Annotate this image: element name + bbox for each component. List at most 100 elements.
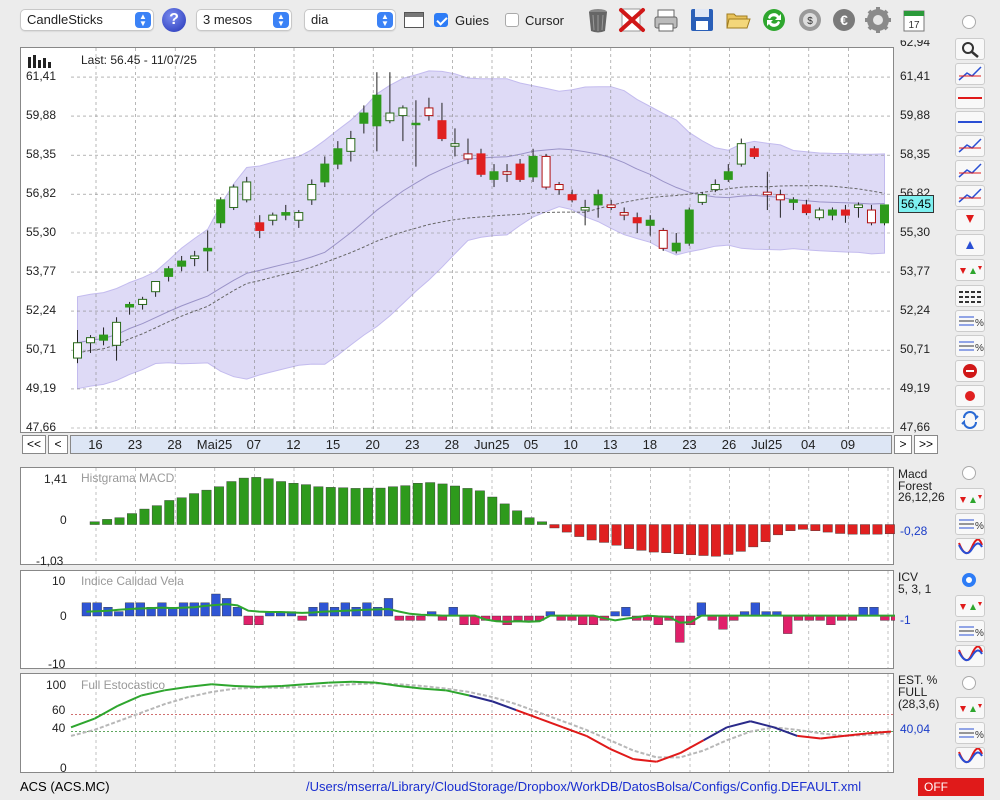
- stoch-percent-icon[interactable]: %: [955, 722, 985, 744]
- candle-body: [138, 298, 148, 305]
- macd-bar: [648, 524, 659, 553]
- icv-legend-2: 5, 3, 1: [898, 582, 932, 596]
- chart-type-select[interactable]: CandleSticks ▲ ▼: [20, 9, 154, 31]
- help-icon[interactable]: ?: [162, 8, 186, 32]
- candle-body: [489, 171, 499, 180]
- icv-curve-icon[interactable]: [955, 645, 985, 667]
- stoch-radio[interactable]: [962, 676, 976, 690]
- save-icon[interactable]: [688, 6, 716, 34]
- euro-icon[interactable]: €: [830, 6, 858, 34]
- candle-body: [437, 120, 447, 140]
- candle-body: [671, 242, 681, 252]
- macd-radio[interactable]: [962, 466, 976, 480]
- macd-bar: [561, 524, 572, 533]
- bollinger-band: [77, 70, 885, 390]
- trash-icon[interactable]: [584, 6, 612, 34]
- macd-arrows-icon[interactable]: [955, 488, 985, 510]
- macd-bar: [797, 524, 808, 530]
- icv-bar: [297, 615, 307, 621]
- arrow-down-icon[interactable]: [955, 209, 985, 231]
- macd-bar: [748, 524, 759, 548]
- nav-prev-button[interactable]: <: [48, 435, 68, 454]
- ticker-label: ACS (ACS.MC): [20, 779, 110, 794]
- icv-panel[interactable]: Indice Calidad Vela: [20, 570, 895, 669]
- record-icon[interactable]: [955, 385, 985, 407]
- trendline-icon[interactable]: [955, 135, 985, 157]
- lines-list-icon[interactable]: [955, 285, 985, 307]
- stoch-fast-segment: [750, 720, 775, 729]
- macd-y-tick: -1,03: [36, 554, 64, 568]
- swap-icon[interactable]: [955, 409, 985, 431]
- candle-body: [619, 212, 629, 216]
- calendar-icon[interactable]: 17: [900, 6, 928, 34]
- candle-body: [775, 194, 785, 201]
- candle-body: [463, 153, 473, 160]
- arrow-up-icon[interactable]: [955, 234, 985, 256]
- y-axis-tick-left: 58,35: [26, 147, 57, 162]
- macd-title: Histgrama MACD: [81, 471, 175, 485]
- open-folder-icon[interactable]: [724, 6, 752, 34]
- x-axis-tick: 12: [286, 437, 301, 452]
- delete-icon[interactable]: [618, 6, 646, 34]
- candle-pattern-icon[interactable]: [955, 63, 985, 85]
- macd-bar: [325, 487, 336, 525]
- y-axis-tick-right: 59,88: [900, 108, 931, 123]
- horizontal-line-red-icon[interactable]: [955, 87, 985, 109]
- stoch-y-tick: 60: [52, 703, 66, 717]
- stoch-fast-segment: [70, 717, 95, 729]
- icv-arrows-icon[interactable]: [955, 595, 985, 617]
- icv-bar: [157, 602, 167, 617]
- percent-lines-icon[interactable]: %: [955, 335, 985, 357]
- x-axis-tick: 10: [563, 437, 578, 452]
- stoch-arrows-icon[interactable]: [955, 697, 985, 719]
- y-axis-tick-left: 53,77: [26, 264, 57, 279]
- chart-window-icon[interactable]: [404, 12, 424, 28]
- macd-bar: [462, 488, 473, 525]
- gear-icon[interactable]: [864, 6, 892, 34]
- channel-icon[interactable]: [955, 160, 985, 182]
- cursor-checkbox[interactable]: [505, 13, 519, 27]
- print-icon[interactable]: [652, 6, 680, 34]
- nav-next-button[interactable]: >: [894, 435, 912, 454]
- candle-body: [541, 155, 551, 188]
- fibonacci-icon[interactable]: [955, 185, 985, 207]
- stoch-fast-segment: [328, 680, 353, 684]
- refresh-icon[interactable]: [760, 6, 788, 34]
- update-quote-icon[interactable]: $: [796, 6, 824, 34]
- buy-sell-signal-icon[interactable]: [955, 259, 985, 281]
- nav-last-button[interactable]: >>: [914, 435, 938, 454]
- config-path[interactable]: /Users/mserra/Library/CloudStorage/Dropb…: [306, 779, 861, 794]
- period-select[interactable]: 3 mesos ▲ ▼: [196, 9, 292, 31]
- x-axis-tick: 26: [721, 437, 737, 452]
- interval-select[interactable]: dia ▲ ▼: [304, 9, 396, 31]
- macd-bar: [773, 524, 783, 536]
- guides-checkbox[interactable]: [434, 13, 448, 27]
- stochastic-panel[interactable]: Full Estocastico: [20, 673, 895, 773]
- zoom-icon[interactable]: [955, 38, 985, 60]
- main-panel-radio[interactable]: [962, 15, 976, 29]
- candle-body: [749, 148, 759, 157]
- macd-percent-icon[interactable]: %: [955, 513, 985, 535]
- price-range-icon[interactable]: %: [955, 310, 985, 332]
- y-axis-tick-left: 52,24: [26, 303, 57, 318]
- candle-body: [476, 153, 486, 175]
- icv-radio[interactable]: [962, 573, 976, 587]
- stoch-y-tick: 40: [52, 721, 66, 735]
- macd-panel[interactable]: Histgrama MACD: [20, 467, 895, 565]
- candle-body: [99, 334, 109, 341]
- mode-badge[interactable]: OFF: [918, 778, 984, 796]
- price-chart-panel[interactable]: Last: 56.45 - 11/07/25: [20, 47, 894, 433]
- candle-body: [502, 171, 512, 175]
- candle-body: [125, 303, 135, 308]
- macd-curve-icon[interactable]: [955, 538, 985, 560]
- horizontal-line-blue-icon[interactable]: [955, 111, 985, 133]
- stoch-curve-icon[interactable]: [955, 747, 985, 769]
- icv-percent-icon[interactable]: %: [955, 620, 985, 642]
- stoch-fast-segment: [609, 747, 634, 761]
- candle-body: [827, 209, 837, 216]
- nav-first-button[interactable]: <<: [22, 435, 46, 454]
- icv-bar: [502, 615, 512, 626]
- svg-text:%: %: [975, 628, 984, 639]
- stoch-fast-segment: [585, 735, 611, 750]
- stop-icon[interactable]: [955, 360, 985, 382]
